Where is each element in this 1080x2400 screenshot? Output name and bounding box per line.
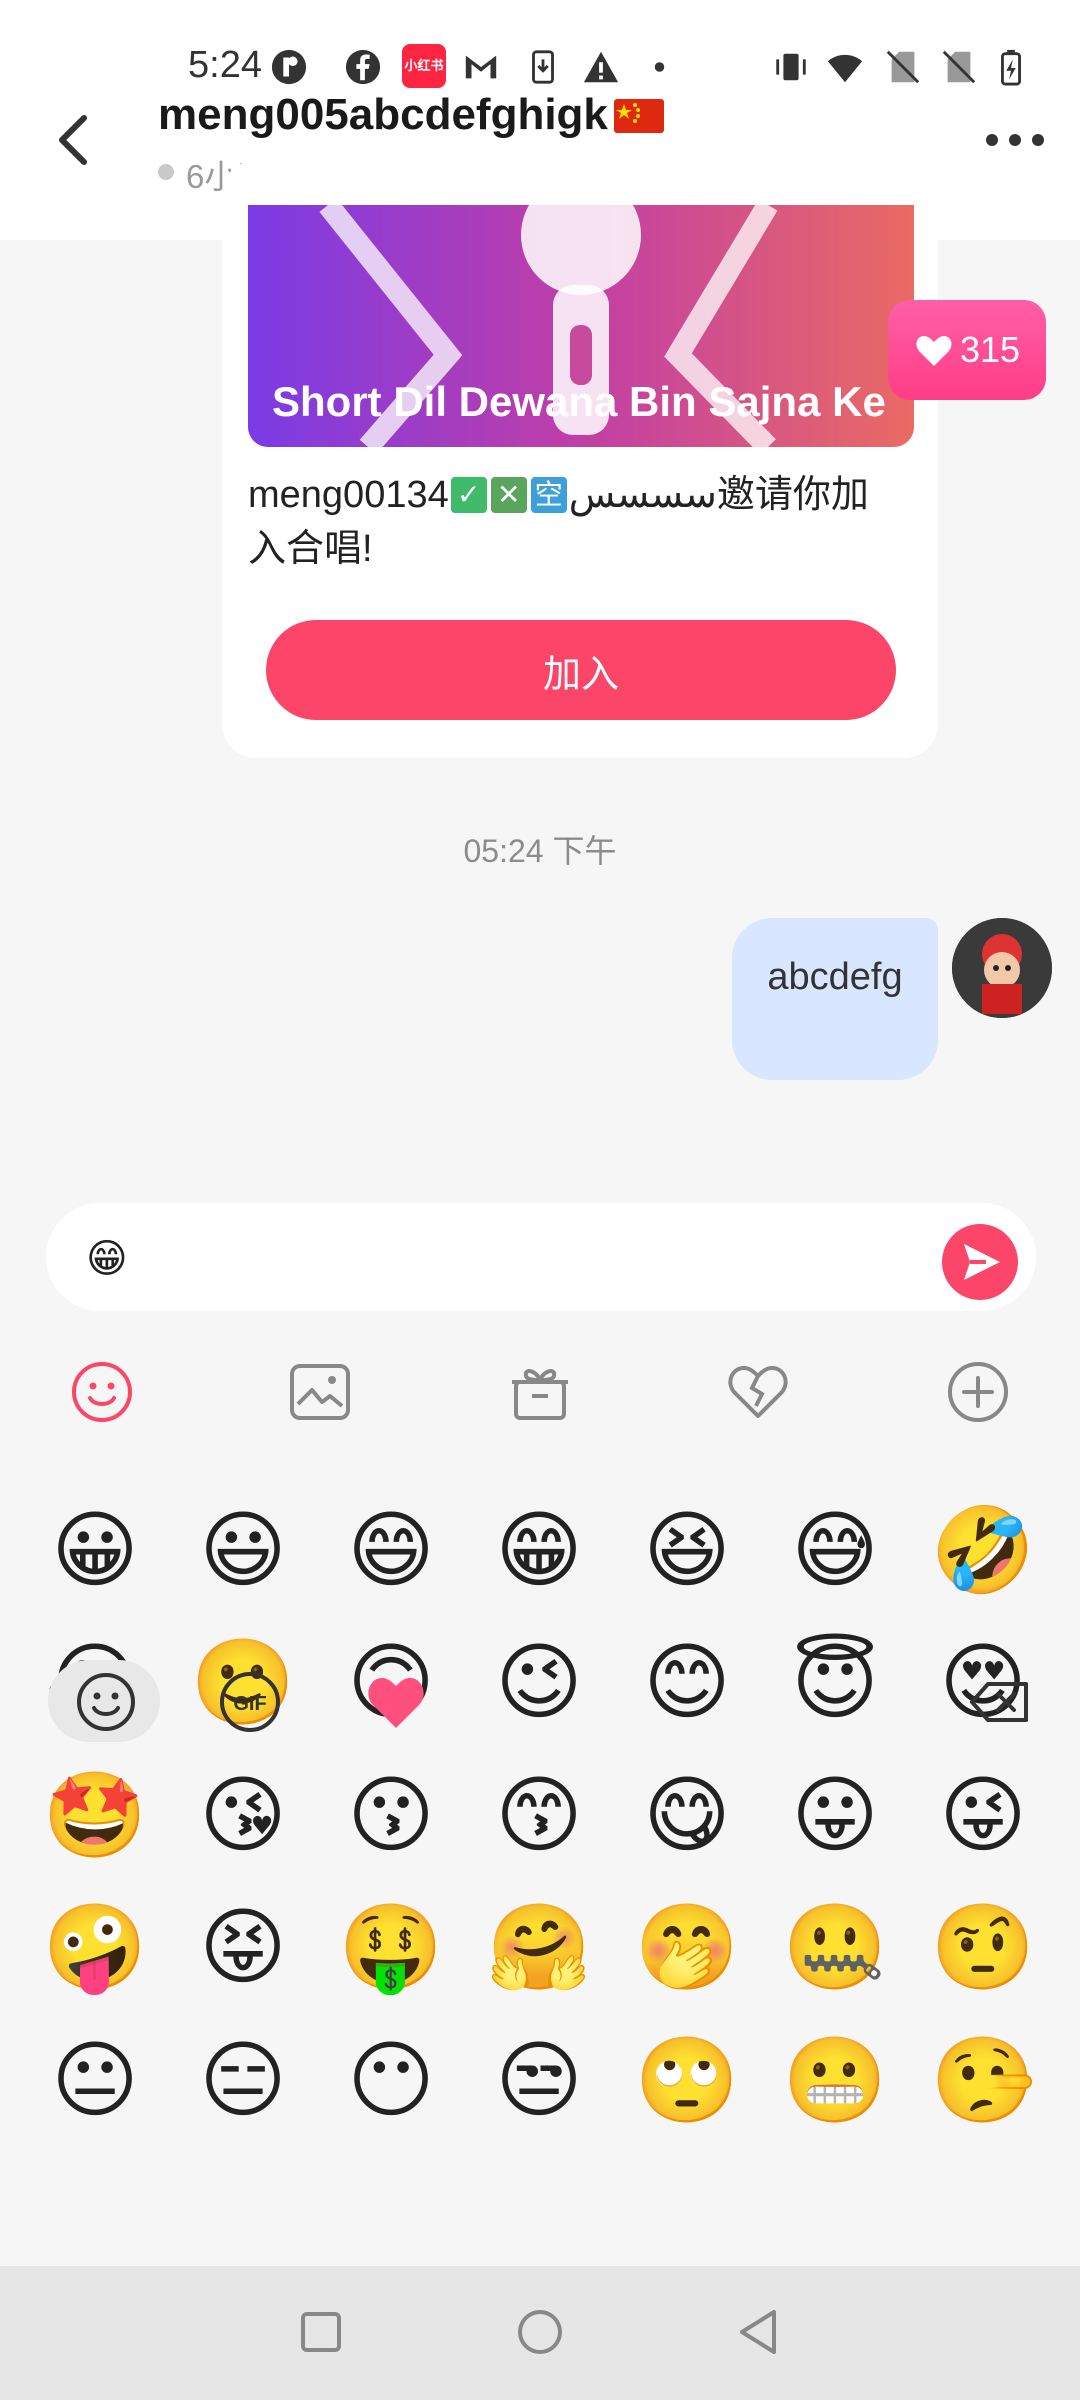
more-dots-icon bbox=[986, 134, 1044, 146]
message-input[interactable] bbox=[46, 1203, 1036, 1311]
image-icon bbox=[290, 1364, 350, 1420]
gif-icon: GIF bbox=[220, 1672, 280, 1732]
emoji-item[interactable]: 🙄 bbox=[632, 2025, 742, 2135]
china-flag-icon bbox=[613, 94, 664, 133]
invite-message: meng001سسسس空✕✓34邀请你加入合唱! bbox=[248, 468, 898, 576]
emoji-item[interactable]: 🤑 bbox=[336, 1892, 446, 2002]
heart-button[interactable] bbox=[364, 1670, 428, 1734]
emoji-item[interactable]: 😬 bbox=[780, 2025, 890, 2135]
recents-button[interactable] bbox=[289, 2300, 353, 2364]
send-icon bbox=[964, 1244, 1000, 1280]
emoji-icon bbox=[72, 1362, 132, 1422]
emoji-tab-icon bbox=[74, 1670, 138, 1734]
more-options-button[interactable] bbox=[980, 120, 1050, 160]
emoji-item[interactable]: 🤐 bbox=[780, 1892, 890, 2002]
emoji-item[interactable]: 😙 bbox=[484, 1760, 594, 1870]
emoji-item[interactable]: 😄 bbox=[336, 1495, 446, 1605]
facebook-icon bbox=[344, 48, 382, 86]
broken-heart-icon bbox=[728, 1366, 788, 1418]
emoji-item[interactable]: 😘 bbox=[188, 1760, 298, 1870]
emoji-item[interactable]: 🤣 bbox=[928, 1495, 1038, 1605]
circle-icon bbox=[518, 2310, 562, 2354]
home-button[interactable] bbox=[508, 2300, 572, 2364]
emoji-item[interactable]: 😐 bbox=[40, 2025, 150, 2135]
warning-icon bbox=[582, 48, 620, 86]
emoji-item[interactable]: 😑 bbox=[188, 2025, 298, 2135]
check-mark-icon: ✓ bbox=[450, 477, 487, 513]
emoji-item[interactable]: 🤪 bbox=[40, 1892, 150, 2002]
avatar-image bbox=[952, 918, 1052, 1018]
emoji-item[interactable]: 😛 bbox=[780, 1760, 890, 1870]
broken-heart-button[interactable] bbox=[726, 1360, 790, 1424]
emoji-item[interactable]: 😅 bbox=[780, 1495, 890, 1605]
chat-title-text: meng005abcdefghigk bbox=[158, 90, 608, 139]
battery-charging-icon bbox=[992, 48, 1030, 86]
wifi-icon bbox=[826, 48, 864, 86]
emoji-item[interactable]: 😋 bbox=[632, 1760, 742, 1870]
song-title: Short Dil Dewana Bin Sajna Ke bbox=[272, 378, 886, 425]
message-timestamp: 05:24 下午 bbox=[463, 833, 617, 869]
tag-kong: 空 bbox=[530, 477, 567, 513]
chat-title: meng005abcdefghigk bbox=[158, 90, 664, 140]
emoji-item[interactable]: 🤭 bbox=[632, 1892, 742, 2002]
emoji-item[interactable]: 😶 bbox=[336, 2025, 446, 2135]
emoji-item[interactable]: 😉 bbox=[484, 1627, 594, 1737]
gift-icon bbox=[512, 1369, 568, 1420]
emoji-toggle-button[interactable] bbox=[70, 1360, 134, 1424]
no-sim-icon bbox=[940, 48, 978, 86]
square-icon bbox=[301, 2312, 341, 2352]
cross-mark-icon: ✕ bbox=[490, 477, 527, 513]
gift-button[interactable] bbox=[508, 1360, 572, 1424]
emoji-item[interactable]: 😊 bbox=[632, 1627, 742, 1737]
triangle-back-icon bbox=[740, 2310, 776, 2354]
backspace-icon bbox=[970, 1682, 1028, 1722]
heart-icon bbox=[368, 1678, 424, 1728]
emoji-item[interactable]: 🤨 bbox=[928, 1892, 1038, 2002]
emoji-item[interactable]: 🤥 bbox=[928, 2025, 1038, 2135]
dot-icon bbox=[650, 48, 688, 86]
hearts-icon bbox=[916, 336, 952, 366]
likes-count: 315 bbox=[959, 329, 1021, 370]
emoji-item[interactable]: 😆 bbox=[632, 1495, 742, 1605]
message-input-value: 😁 bbox=[86, 1237, 128, 1281]
backspace-button[interactable] bbox=[968, 1670, 1032, 1734]
back-button[interactable] bbox=[40, 100, 110, 180]
emoji-item[interactable]: 😜 bbox=[928, 1760, 1038, 1870]
emoji-item[interactable]: 😗 bbox=[336, 1760, 446, 1870]
more-actions-button[interactable] bbox=[946, 1360, 1010, 1424]
message-text: abcdefg bbox=[767, 956, 903, 998]
image-button[interactable] bbox=[288, 1360, 352, 1424]
emoji-item[interactable]: 😀 bbox=[40, 1495, 150, 1605]
svg-text:GIF: GIF bbox=[233, 1693, 266, 1715]
plus-icon bbox=[948, 1362, 1008, 1422]
emoji-item[interactable]: 🤗 bbox=[484, 1892, 594, 2002]
download-icon bbox=[524, 48, 562, 86]
emoji-item[interactable]: 😝 bbox=[188, 1892, 298, 2002]
emoji-item[interactable]: 😇 bbox=[780, 1627, 890, 1737]
xiaohongshu-icon: 小红书 bbox=[402, 44, 446, 88]
tiktok-icon bbox=[270, 48, 308, 86]
presence-dot bbox=[158, 164, 174, 180]
join-button[interactable]: 加入 bbox=[266, 620, 896, 720]
vibrate-icon bbox=[772, 48, 810, 86]
avatar[interactable] bbox=[952, 918, 1052, 1018]
emoji-item[interactable]: 😃 bbox=[188, 1495, 298, 1605]
back-nav-button[interactable] bbox=[728, 2300, 792, 2364]
send-button[interactable] bbox=[942, 1224, 1018, 1300]
outgoing-message-bubble[interactable]: abcdefg bbox=[732, 918, 938, 1080]
emoji-item[interactable]: 😁 bbox=[484, 1495, 594, 1605]
emoji-item[interactable]: 😒 bbox=[484, 2025, 594, 2135]
emoji-item[interactable]: 🤩 bbox=[40, 1760, 150, 1870]
no-sim-icon bbox=[884, 48, 922, 86]
gmail-icon bbox=[462, 48, 500, 86]
chevron-left-icon bbox=[59, 115, 87, 165]
likes-badge[interactable]: 315 bbox=[888, 300, 1046, 400]
gif-button[interactable]: GIF bbox=[218, 1670, 282, 1734]
status-time: 5:24 bbox=[188, 44, 262, 86]
